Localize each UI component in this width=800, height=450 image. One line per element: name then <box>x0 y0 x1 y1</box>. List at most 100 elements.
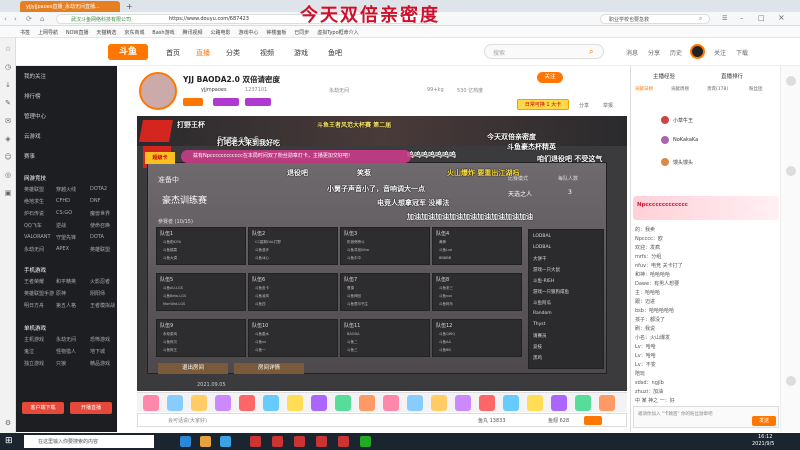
bookmark-item[interactable]: 天猫精选 <box>96 29 116 36</box>
nav-item[interactable]: 游戏 <box>294 48 308 58</box>
game-link[interactable]: 恐怖游戏 <box>90 336 110 343</box>
search-icon[interactable]: ⌕ <box>699 15 702 23</box>
rank-user[interactable]: 小草牛王 <box>673 117 693 124</box>
game-link[interactable]: 怪物猎人 <box>56 348 76 355</box>
new-tab-button[interactable]: + <box>126 2 133 11</box>
game-link[interactable]: 英雄联盟 <box>24 186 44 193</box>
refresh-icon[interactable]: ⟳ <box>26 15 32 23</box>
game-link[interactable]: 英雄联盟 <box>90 246 110 253</box>
gift-icon[interactable] <box>239 395 255 411</box>
gift-icon[interactable] <box>407 395 423 411</box>
edge-icon[interactable] <box>220 436 231 447</box>
maximize-icon[interactable]: □ <box>758 14 765 22</box>
nav-right-link[interactable]: 消息 <box>626 48 638 57</box>
game-link[interactable]: 魔兽世界 <box>90 210 110 217</box>
game-link[interactable]: 鬼泣 <box>24 348 34 355</box>
room-category[interactable]: 永劫无间 <box>329 87 349 94</box>
browser-search-field[interactable]: 职业学校也要急救 ⌕ <box>600 14 710 24</box>
taskbar-search[interactable]: 在这里输入你要搜索的内容 <box>24 435 154 448</box>
windows-start-icon[interactable]: ⊞ <box>5 436 13 446</box>
bookmark-item[interactable]: 游戏中心 <box>238 29 258 36</box>
nav-right-link[interactable]: 历史 <box>670 48 682 57</box>
gift-icon[interactable] <box>527 395 543 411</box>
game-link[interactable]: 炉石传说 <box>24 210 44 217</box>
game-link[interactable]: QQ飞车 <box>24 222 42 229</box>
app-icon[interactable] <box>250 436 261 447</box>
send-button[interactable]: 发送 <box>752 416 776 426</box>
badge-promo[interactable]: 日常可换 1 大卡 <box>517 99 569 110</box>
game-link[interactable]: 原神 <box>56 290 66 297</box>
bookmark-item[interactable]: 上网导航 <box>38 29 58 36</box>
toolbar-icon[interactable] <box>786 166 796 176</box>
gift-icon[interactable] <box>431 395 447 411</box>
toolbar-icon[interactable] <box>786 376 796 386</box>
bookmark-item[interactable]: 腾讯视频 <box>183 29 203 36</box>
game-link[interactable]: 只狼 <box>56 360 66 367</box>
taskview-icon[interactable] <box>180 436 191 447</box>
bookmark-item[interactable]: 钟楼面板 <box>266 29 286 36</box>
gift-icon[interactable] <box>551 395 567 411</box>
rp-tab[interactable]: 主播经验 <box>653 72 675 80</box>
nav-right-link[interactable]: 关注 <box>714 48 726 57</box>
share-link[interactable]: 分享 <box>579 102 589 109</box>
recharge-button[interactable] <box>584 416 602 425</box>
channel-row[interactable]: 云游戏 <box>24 132 41 140</box>
game-icon[interactable]: ◈ <box>3 134 13 144</box>
game-link[interactable]: 绝地求生 <box>24 198 44 205</box>
game-link[interactable]: CS:GO <box>56 210 72 216</box>
app-icon[interactable]: ▣ <box>3 188 13 198</box>
game-link[interactable]: DNF <box>90 198 100 204</box>
rank-tab[interactable]: 贡献周榜 <box>671 86 689 92</box>
game-link[interactable]: 和平精英 <box>56 278 76 285</box>
gift-icon[interactable] <box>503 395 519 411</box>
star-icon[interactable]: ☆ <box>3 44 13 54</box>
search-icon[interactable]: ⌕ <box>589 47 593 57</box>
follow-button[interactable]: 关注 <box>537 72 563 83</box>
nav-item[interactable]: 鱼吧 <box>328 48 342 58</box>
game-link[interactable]: 使命召唤 <box>90 222 110 229</box>
app-icon[interactable] <box>338 436 349 447</box>
game-link[interactable]: 王者模拟战 <box>90 302 115 309</box>
rank-tab[interactable]: 粉丝团 <box>749 86 763 92</box>
gift-icon[interactable] <box>215 395 231 411</box>
game-link[interactable]: DOTA <box>90 234 104 240</box>
nav-item[interactable]: 首页 <box>166 48 180 58</box>
bookmark-item[interactable]: 已同步 <box>294 29 309 36</box>
close-icon[interactable]: × <box>778 13 785 22</box>
nav-item[interactable]: 直播 <box>196 48 210 58</box>
toolbar-icon[interactable] <box>786 76 796 86</box>
gift-icon[interactable] <box>383 395 399 411</box>
rp-tab[interactable]: 直播排行 <box>721 72 743 80</box>
back-icon[interactable]: ‹ <box>4 15 7 23</box>
rank-tab[interactable]: 贵宾(178) <box>707 86 728 92</box>
minimize-icon[interactable]: – <box>740 14 744 22</box>
folder-icon[interactable] <box>200 436 211 447</box>
douyu-search-input[interactable]: 搜索 ⌕ <box>484 44 604 59</box>
bookmark-item[interactable]: 虚拟Typo框命介入 <box>317 29 358 36</box>
app-icon[interactable] <box>360 436 371 447</box>
mail-icon[interactable]: ✉ <box>3 116 13 126</box>
rank-user[interactable]: NoKakaKa <box>673 137 698 143</box>
download-client-button[interactable]: 客户端下载 <box>22 402 64 414</box>
download-icon[interactable]: ↓ <box>3 80 13 90</box>
game-link[interactable]: CFHD <box>56 198 70 204</box>
streamer-name[interactable]: yjjmpaoes <box>201 87 227 93</box>
rank-tab[interactable]: 贡献日榜 <box>635 86 653 92</box>
game-link[interactable]: 第五人格 <box>56 302 76 309</box>
gift-icon[interactable] <box>575 395 591 411</box>
game-link[interactable]: 穿越火线 <box>56 186 76 193</box>
game-link[interactable]: DOTA2 <box>90 186 107 192</box>
nav-right-link[interactable]: 下载 <box>736 48 748 57</box>
bookmark-item[interactable]: 书签 <box>20 29 30 36</box>
weibo-icon[interactable]: ◎ <box>3 170 13 180</box>
game-link[interactable]: 英雄联盟手游 <box>24 290 54 297</box>
video-player[interactable]: 打野王杯 斗鱼王者风范大杯赛 第二届 兵不厌诈 斗鱼一兵 准备中 豪杰训练赛 比… <box>137 116 627 391</box>
bookmark-item[interactable]: 公路电影 <box>210 29 230 36</box>
forward-icon[interactable]: › <box>14 15 17 23</box>
douyu-logo[interactable]: 斗鱼 <box>108 44 148 60</box>
game-link[interactable]: 逆战 <box>56 222 66 229</box>
app-icon[interactable] <box>316 436 327 447</box>
game-link[interactable]: 永劫无间 <box>24 246 44 253</box>
note-icon[interactable]: ✎ <box>3 98 13 108</box>
chat-icon[interactable]: ☺ <box>3 152 13 162</box>
